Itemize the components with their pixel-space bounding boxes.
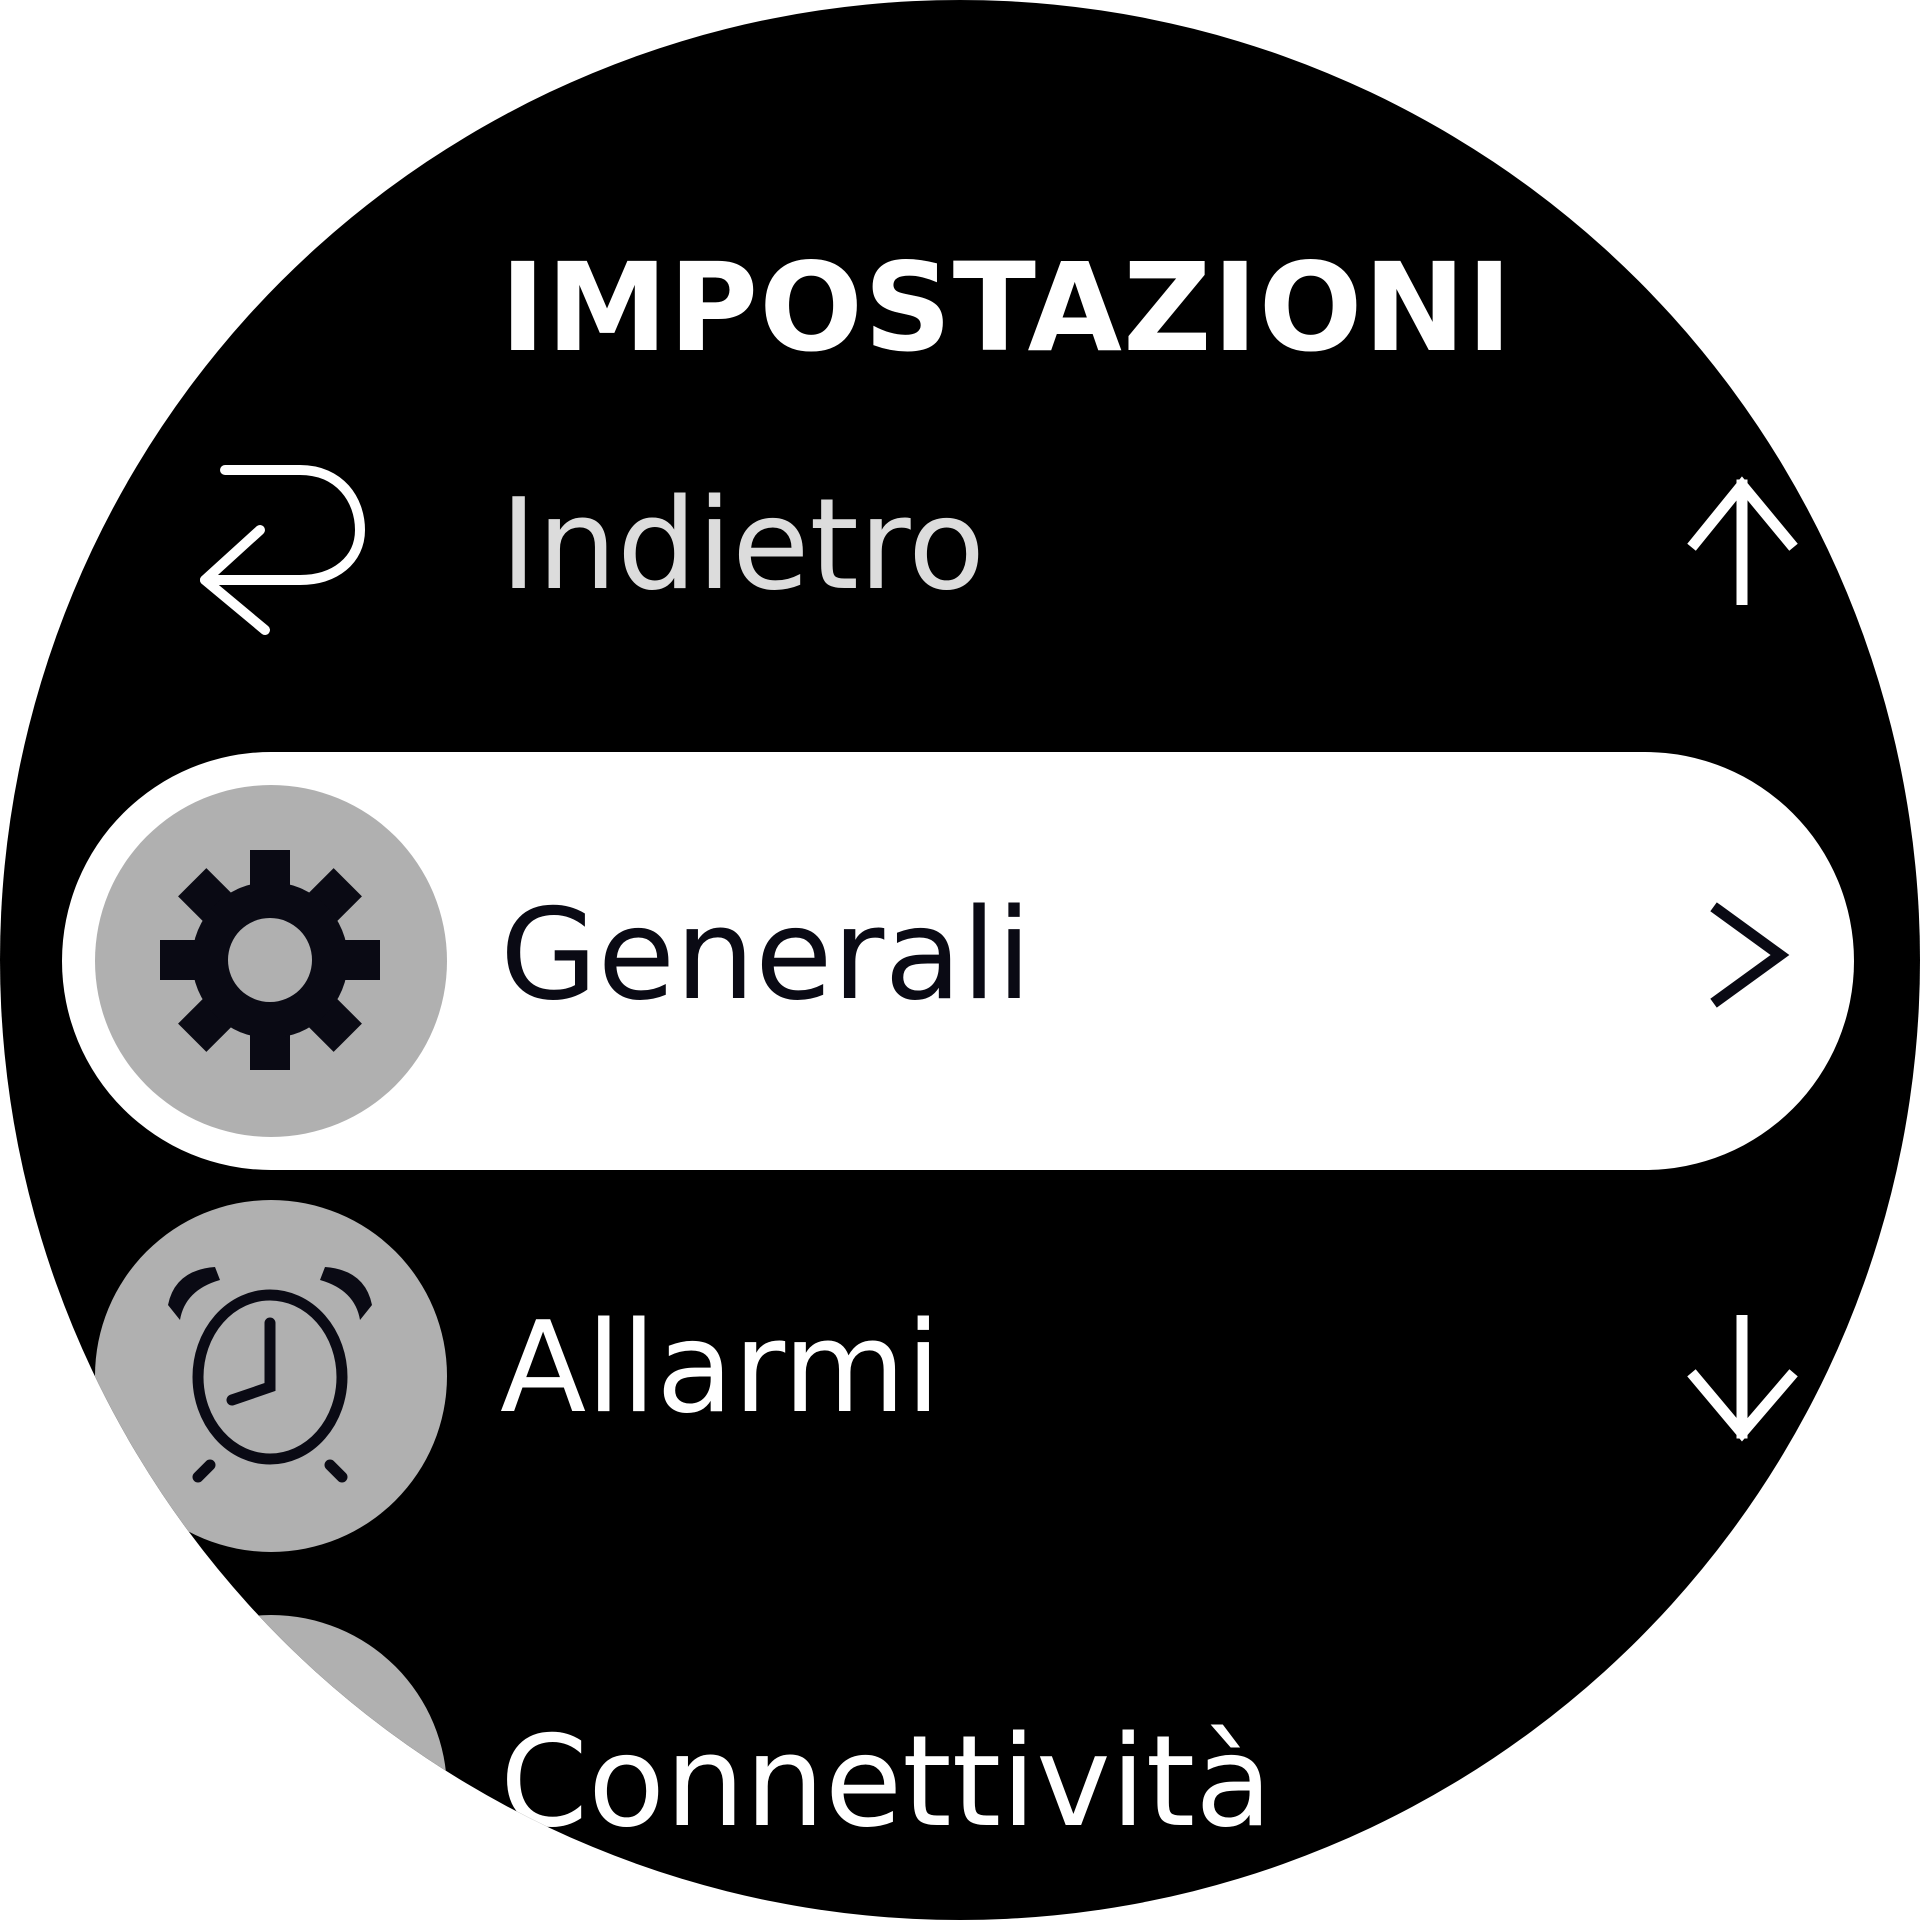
menu-item-label: Allarmi [500, 1294, 941, 1441]
gear-icon [160, 850, 380, 1070]
menu-item-label: Generali [500, 881, 1032, 1028]
menu-item-label: Connettività [500, 1708, 1273, 1855]
watch-screen: IMPOSTAZIONI Indietro Generali Allarmi C… [0, 0, 1920, 1920]
page-title: IMPOSTAZIONI [500, 237, 1514, 379]
back-return-icon [200, 465, 365, 635]
menu-item-label: Indietro [500, 471, 986, 618]
arrow-down-icon [1687, 1315, 1798, 1442]
alarm-clock-icon [168, 1267, 372, 1483]
chevron-right-icon [1710, 902, 1790, 1008]
arrow-up-icon [1687, 476, 1798, 605]
connectivity-icon [95, 1615, 447, 1920]
